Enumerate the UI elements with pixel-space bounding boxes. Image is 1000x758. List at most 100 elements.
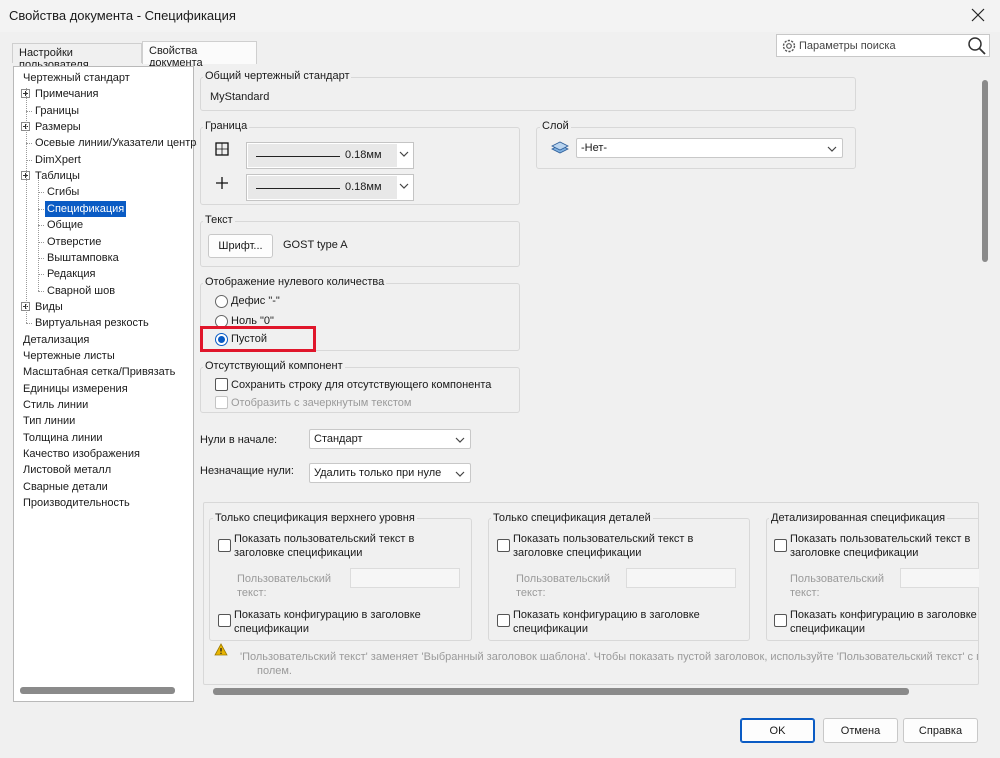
- trailing-zeros-label: Незначащие нули:: [200, 465, 294, 477]
- parts-custom-input[interactable]: [626, 568, 736, 588]
- tree-item[interactable]: Стиль линии: [21, 397, 90, 413]
- bom-group-top-level-label: Только спецификация верхнего уровня: [213, 512, 417, 524]
- tree-item[interactable]: Отверстие: [45, 234, 103, 250]
- parts-show-config-label: Показать конфигурацию в заголовке специф…: [513, 609, 700, 635]
- leading-zeros-label: Нули в начале:: [200, 434, 278, 446]
- title-bar: Свойства документа - Спецификация: [0, 0, 1000, 32]
- gear-icon: [782, 39, 796, 53]
- vertical-scroll-thumb[interactable]: [982, 80, 988, 262]
- tree-item[interactable]: Виды: [33, 299, 65, 315]
- tree-item[interactable]: Качество изображения: [21, 446, 142, 462]
- tree-item[interactable]: Виртуальная резкость: [33, 315, 151, 331]
- tree-item[interactable]: Осевые линии/Указатели центра: [33, 135, 204, 151]
- parts-custom-label: Пользовательский текст:: [516, 573, 610, 599]
- font-value: GOST type A: [283, 239, 348, 251]
- tree-item[interactable]: Чертежный стандарт: [21, 70, 132, 86]
- parts-show-config-checkbox[interactable]: [497, 614, 510, 627]
- trailing-zeros-select[interactable]: Удалить только при нуле: [309, 463, 471, 483]
- settings-tree[interactable]: Чертежный стандарт Примечания Границы Разме…: [13, 66, 202, 702]
- strikethrough-checkbox[interactable]: [215, 396, 228, 409]
- highlight-box: [200, 326, 316, 352]
- tree-item[interactable]: Размеры: [33, 119, 83, 135]
- bom-group-indented-label: Детализированная спецификация: [769, 512, 948, 524]
- top-level-custom-input[interactable]: [350, 568, 460, 588]
- layer-select[interactable]: -Нет-: [576, 138, 843, 158]
- chevron-down-icon: [827, 146, 837, 152]
- tree-item[interactable]: Сварной шов: [45, 283, 117, 299]
- tree-item[interactable]: Редакция: [45, 266, 97, 282]
- close-icon: [971, 8, 985, 22]
- keep-row-label: Сохранить строку для отсутствующего комп…: [231, 379, 492, 391]
- tree-item[interactable]: Примечания: [33, 86, 101, 102]
- tree-connector: [26, 88, 27, 324]
- top-level-show-text-checkbox[interactable]: [218, 539, 231, 552]
- tree-connector: [26, 323, 32, 325]
- tree-connector: [38, 180, 39, 291]
- tree-item[interactable]: Общие: [45, 217, 85, 233]
- tree-item[interactable]: Единицы измерения: [21, 381, 130, 397]
- search-icon[interactable]: [967, 36, 987, 56]
- outer-thickness-select[interactable]: 0.18мм: [246, 142, 414, 169]
- cancel-button[interactable]: Отмена: [823, 718, 898, 743]
- tab-document-properties[interactable]: Свойства документа: [142, 41, 257, 69]
- zero-dash-label: Дефис "-": [231, 295, 280, 307]
- tree-item[interactable]: Границы: [33, 103, 81, 119]
- parts-show-text-label: Показать пользовательский текст в заголо…: [513, 533, 694, 559]
- standard-value: MyStandard: [210, 91, 270, 103]
- chevron-down-icon: [455, 471, 465, 477]
- close-button[interactable]: [968, 5, 988, 25]
- indented-show-config-label: Показать конфигурацию в заголовке специф…: [790, 609, 977, 635]
- tree-item[interactable]: Детализация: [21, 332, 91, 348]
- border-label: Граница: [203, 120, 250, 132]
- warning-text-line2: полем.: [257, 665, 292, 677]
- chevron-down-icon: [399, 183, 409, 189]
- indented-show-config-checkbox[interactable]: [774, 614, 787, 627]
- tree-scroll-thumb[interactable]: [20, 687, 175, 694]
- inner-thickness-select[interactable]: 0.18мм: [246, 174, 414, 201]
- chevron-down-icon: [455, 437, 465, 443]
- leading-zeros-select[interactable]: Стандарт: [309, 429, 471, 449]
- tab-user-settings[interactable]: Настройки пользователя: [12, 43, 142, 71]
- top-level-show-config-label: Показать конфигурацию в заголовке специф…: [234, 609, 421, 635]
- inner-thickness-value: 0.18мм: [345, 181, 382, 193]
- tree-item[interactable]: Производительность: [21, 495, 132, 511]
- layer-value: -Нет-: [581, 142, 608, 154]
- top-level-custom-label: Пользовательский текст:: [237, 573, 331, 599]
- help-button[interactable]: Справка: [903, 718, 978, 743]
- vertical-scrollbar[interactable]: [981, 66, 989, 702]
- indented-custom-input[interactable]: [900, 568, 979, 588]
- tree-item[interactable]: Сварные детали: [21, 479, 110, 495]
- trailing-zeros-value: Удалить только при нуле: [314, 467, 442, 479]
- tree-item[interactable]: Чертежные листы: [21, 348, 117, 364]
- tree-item[interactable]: Выштамповка: [45, 250, 121, 266]
- top-level-show-config-checkbox[interactable]: [218, 614, 231, 627]
- tree-item[interactable]: Спецификация: [45, 200, 127, 217]
- bom-group-parts-label: Только спецификация деталей: [491, 512, 653, 524]
- tree-item[interactable]: DimXpert: [33, 152, 83, 168]
- top-level-show-text-label: Показать пользовательский текст в заголо…: [234, 533, 415, 559]
- search-box[interactable]: Параметры поиска: [776, 34, 990, 57]
- ok-button[interactable]: OK: [740, 718, 815, 743]
- search-input[interactable]: Параметры поиска: [799, 40, 896, 52]
- standard-label: Общий чертежный стандарт: [203, 70, 352, 82]
- horizontal-scroll-thumb[interactable]: [213, 688, 909, 695]
- indented-show-text-label: Показать пользовательский текст в заголо…: [790, 533, 971, 559]
- tree-item[interactable]: Толщина линии: [21, 430, 105, 446]
- tree-item[interactable]: Таблицы: [33, 168, 82, 184]
- strikethrough-label: Отобразить с зачеркнутым текстом: [231, 397, 412, 409]
- tree-item[interactable]: Листовой металл: [21, 462, 113, 478]
- missing-label: Отсутствующий компонент: [203, 360, 345, 372]
- keep-row-checkbox[interactable]: [215, 378, 228, 391]
- indented-show-text-checkbox[interactable]: [774, 539, 787, 552]
- tree-item[interactable]: Сгибы: [45, 184, 81, 200]
- layers-icon: [551, 141, 569, 154]
- tree-item[interactable]: Тип линии: [21, 413, 77, 429]
- zero-dash-radio[interactable]: [215, 295, 228, 308]
- tree-item[interactable]: Масштабная сетка/Привязать: [21, 364, 177, 380]
- inner-border-icon: [216, 177, 228, 189]
- font-button[interactable]: Шрифт...: [208, 234, 273, 258]
- tree-connector: [38, 290, 44, 292]
- zero-qty-label: Отображение нулевого количества: [203, 276, 387, 288]
- parts-show-text-checkbox[interactable]: [497, 539, 510, 552]
- outer-thickness-value: 0.18мм: [345, 149, 382, 161]
